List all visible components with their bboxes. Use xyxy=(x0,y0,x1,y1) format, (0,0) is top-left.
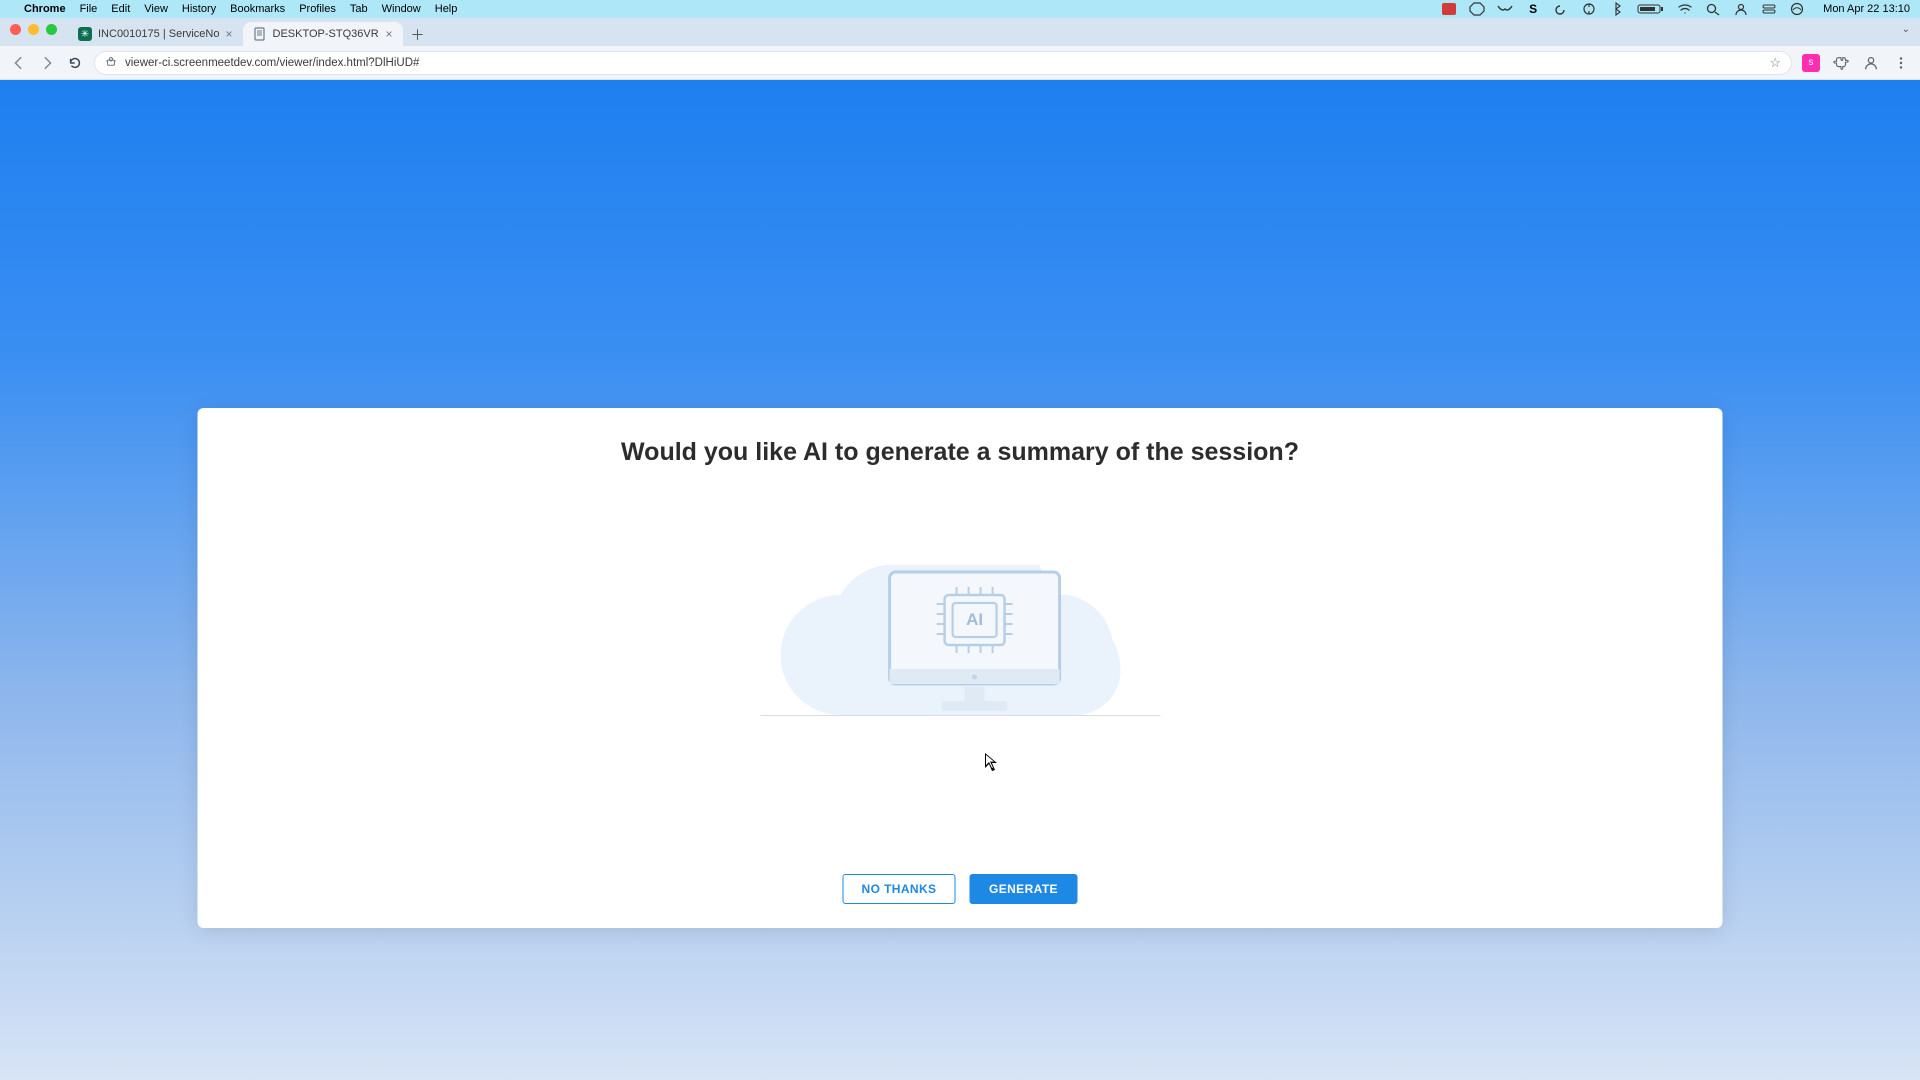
account-icon[interactable] xyxy=(1733,2,1749,16)
site-settings-icon[interactable] xyxy=(105,55,117,70)
mac-menu-tab[interactable]: Tab xyxy=(350,3,368,15)
tab-overflow-icon[interactable]: ⌄ xyxy=(1902,24,1910,35)
browser-tab-2[interactable]: DESKTOP-STQ36VR × xyxy=(243,22,403,46)
page-viewport: Would you like AI to generate a summary … xyxy=(0,80,1920,1080)
extensions-icon[interactable] xyxy=(1832,54,1850,72)
dialog-headline: Would you like AI to generate a summary … xyxy=(621,438,1299,467)
tab-favicon-generic xyxy=(253,27,267,41)
dialog-illustration: AI xyxy=(760,555,1160,716)
address-bar-url: viewer-ci.screenmeetdev.com/viewer/index… xyxy=(125,57,1761,69)
window-minimize-icon[interactable] xyxy=(28,24,39,35)
no-thanks-button[interactable]: NO THANKS xyxy=(843,874,956,904)
mac-menu-window[interactable]: Window xyxy=(382,3,421,15)
address-bar[interactable]: viewer-ci.screenmeetdev.com/viewer/index… xyxy=(94,51,1792,75)
mac-menu-file[interactable]: File xyxy=(80,3,98,15)
menu-extra-sync-icon[interactable] xyxy=(1581,2,1597,16)
mac-menu-view[interactable]: View xyxy=(144,3,168,15)
ai-summary-dialog: Would you like AI to generate a summary … xyxy=(198,408,1723,928)
generate-button[interactable]: GENERATE xyxy=(969,874,1077,904)
menu-extra-wings-icon[interactable] xyxy=(1497,2,1513,16)
chrome-menu-icon[interactable] xyxy=(1892,54,1910,72)
nav-back-icon[interactable] xyxy=(10,54,28,72)
tab-close-icon[interactable]: × xyxy=(385,27,392,41)
new-tab-button[interactable]: ＋ xyxy=(407,24,429,46)
mac-menu-profiles[interactable]: Profiles xyxy=(299,3,336,15)
chrome-toolbar: viewer-ci.screenmeetdev.com/viewer/index… xyxy=(0,46,1920,80)
bookmark-star-icon[interactable]: ☆ xyxy=(1769,55,1781,71)
siri-icon[interactable] xyxy=(1789,2,1805,16)
nav-reload-icon[interactable] xyxy=(66,54,84,72)
battery-icon[interactable] xyxy=(1637,2,1665,16)
window-controls[interactable] xyxy=(10,24,57,35)
mac-clock[interactable]: Mon Apr 22 13:10 xyxy=(1823,3,1910,15)
mac-menu-history[interactable]: History xyxy=(182,3,216,15)
tab-title: INC0010175 | ServiceNo xyxy=(98,28,219,40)
mac-menu-bookmarks[interactable]: Bookmarks xyxy=(230,3,285,15)
illustration-ground-line xyxy=(760,715,1160,716)
menu-extra-s-icon[interactable]: S xyxy=(1525,2,1541,16)
nav-forward-icon[interactable] xyxy=(38,54,56,72)
tab-favicon-servicenow: ✳ xyxy=(78,27,92,41)
monitor-ai-icon: AI xyxy=(886,569,1062,715)
mac-menubar: Chrome File Edit View History Bookmarks … xyxy=(0,0,1920,18)
extension-pink-icon[interactable]: s xyxy=(1802,54,1820,72)
browser-tab-1[interactable]: ✳ INC0010175 | ServiceNo × xyxy=(68,22,243,46)
ai-chip-label: AI xyxy=(966,610,983,629)
tab-close-icon[interactable]: × xyxy=(225,27,232,41)
spotlight-icon[interactable] xyxy=(1705,2,1721,16)
tab-title: DESKTOP-STQ36VR xyxy=(273,28,380,40)
mac-app-name[interactable]: Chrome xyxy=(24,3,66,15)
do-not-disturb-icon[interactable] xyxy=(1553,2,1569,16)
window-close-icon[interactable] xyxy=(10,24,21,35)
mac-menu-help[interactable]: Help xyxy=(435,3,458,15)
wifi-icon[interactable] xyxy=(1677,2,1693,16)
control-center-icon[interactable] xyxy=(1761,2,1777,16)
chrome-profile-icon[interactable] xyxy=(1862,54,1880,72)
chrome-window: ✳ INC0010175 | ServiceNo × DESKTOP-STQ36… xyxy=(0,18,1920,1080)
menu-extra-octagon-icon[interactable] xyxy=(1469,2,1485,16)
bluetooth-icon[interactable] xyxy=(1609,2,1625,16)
window-fullscreen-icon[interactable] xyxy=(46,24,57,35)
menu-extra-red-icon[interactable] xyxy=(1441,2,1457,16)
mac-menu-edit[interactable]: Edit xyxy=(111,3,130,15)
chrome-tabstrip: ✳ INC0010175 | ServiceNo × DESKTOP-STQ36… xyxy=(0,18,1920,46)
